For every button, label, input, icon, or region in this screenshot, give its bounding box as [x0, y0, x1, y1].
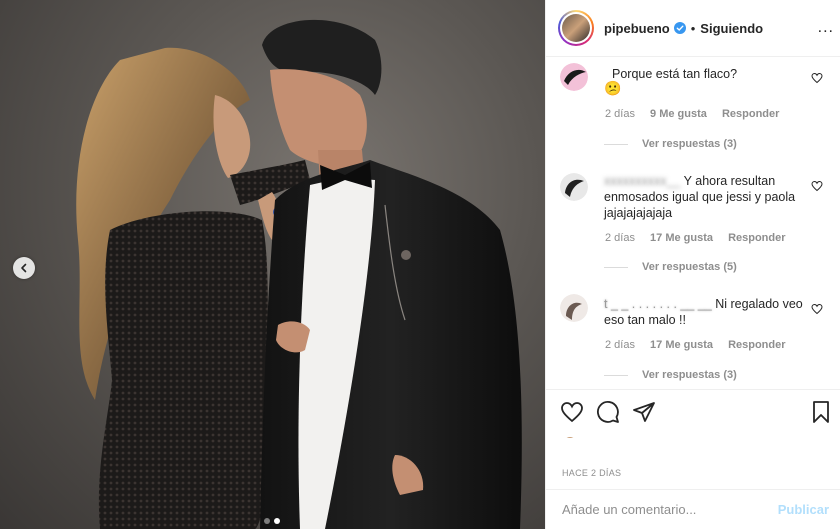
username-link[interactable]: pipebueno: [604, 21, 670, 36]
header-separator: •: [690, 20, 696, 36]
commenter-avatar[interactable]: [560, 173, 588, 201]
post-actions-bar: [546, 389, 840, 433]
comment-bubble-icon[interactable]: [596, 400, 620, 424]
view-replies-button[interactable]: Ver respuestas (3): [604, 369, 737, 381]
carousel-dot-active: [274, 518, 280, 524]
chevron-left-icon: [21, 263, 27, 273]
verified-badge-icon: [673, 22, 686, 34]
like-heart-icon[interactable]: [560, 400, 584, 424]
carousel-dot: [264, 518, 270, 524]
following-button[interactable]: Siguiendo: [700, 21, 763, 36]
carousel-indicator: [264, 518, 280, 524]
comment-meta: 2 días 17 Me gusta Responder: [605, 232, 798, 244]
liked-by-avatars[interactable]: [562, 430, 802, 438]
comments-list: Porque está tan flaco? 😕 2 días 9 Me gus…: [546, 57, 840, 389]
more-options-button[interactable]: ...: [818, 19, 834, 37]
commenter-avatar[interactable]: [560, 294, 588, 322]
commenter-username-blurred[interactable]: xxxxxxxxxx__: [604, 173, 680, 189]
commenter-avatar[interactable]: [560, 63, 588, 91]
comment-likes[interactable]: 17 Me gusta: [650, 339, 713, 351]
heart-icon[interactable]: [811, 180, 823, 192]
comment-meta: 2 días 17 Me gusta Responder: [605, 339, 798, 351]
comment-text: t _ _ . . . . . . . __ __ Ni regalado ve…: [604, 296, 814, 328]
reply-button[interactable]: Responder: [728, 232, 785, 244]
comment-text: Porque está tan flaco?: [612, 67, 738, 81]
comment-likes[interactable]: 9 Me gusta: [650, 108, 707, 120]
view-replies-button[interactable]: Ver respuestas (5): [604, 261, 737, 273]
commenter-username-blurred[interactable]: t _ _ . . . . . . . __ __: [604, 296, 712, 312]
photo-scene: [76, 19, 522, 529]
heart-icon[interactable]: [811, 303, 823, 315]
replies-line: [604, 266, 628, 268]
post-modal: pipebueno • Siguiendo ... Porque está ta…: [0, 0, 840, 529]
comment-age: 2 días: [605, 232, 635, 244]
comment-input[interactable]: [562, 502, 778, 517]
heart-icon[interactable]: [811, 72, 823, 84]
post-photo[interactable]: [0, 0, 545, 529]
post-header: pipebueno • Siguiendo ...: [546, 0, 840, 57]
comment-text: xxxxxxxxxx__ Y ahora resultan enmosados …: [604, 173, 814, 221]
comment-age: 2 días: [605, 108, 635, 120]
replies-line: [604, 374, 628, 376]
comment-likes[interactable]: 17 Me gusta: [650, 232, 713, 244]
post-side-panel: pipebueno • Siguiendo ... Porque está ta…: [545, 0, 840, 529]
add-comment-form: Publicar: [546, 489, 840, 529]
avatar-frame: [560, 12, 592, 44]
avatar: [562, 14, 590, 42]
reply-button[interactable]: Responder: [722, 108, 779, 120]
post-timestamp: HACE 2 DÍAS: [562, 468, 622, 478]
replies-line: [604, 143, 628, 145]
view-replies-button[interactable]: Ver respuestas (3): [604, 138, 737, 150]
comment-emoji: 😕: [604, 80, 622, 96]
liked-by-avatar-partial: [566, 437, 574, 438]
view-replies-label: Ver respuestas (3): [642, 369, 737, 381]
share-send-icon[interactable]: [632, 400, 656, 424]
comment-age: 2 días: [605, 339, 635, 351]
save-bookmark-icon[interactable]: [809, 400, 833, 424]
carousel-prev-button[interactable]: [13, 257, 35, 279]
view-replies-label: Ver respuestas (3): [642, 138, 737, 150]
view-replies-label: Ver respuestas (5): [642, 261, 737, 273]
reply-button[interactable]: Responder: [728, 339, 785, 351]
publish-button[interactable]: Publicar: [778, 502, 829, 517]
comment-meta: 2 días 9 Me gusta Responder: [605, 108, 791, 120]
story-avatar[interactable]: [558, 10, 594, 46]
